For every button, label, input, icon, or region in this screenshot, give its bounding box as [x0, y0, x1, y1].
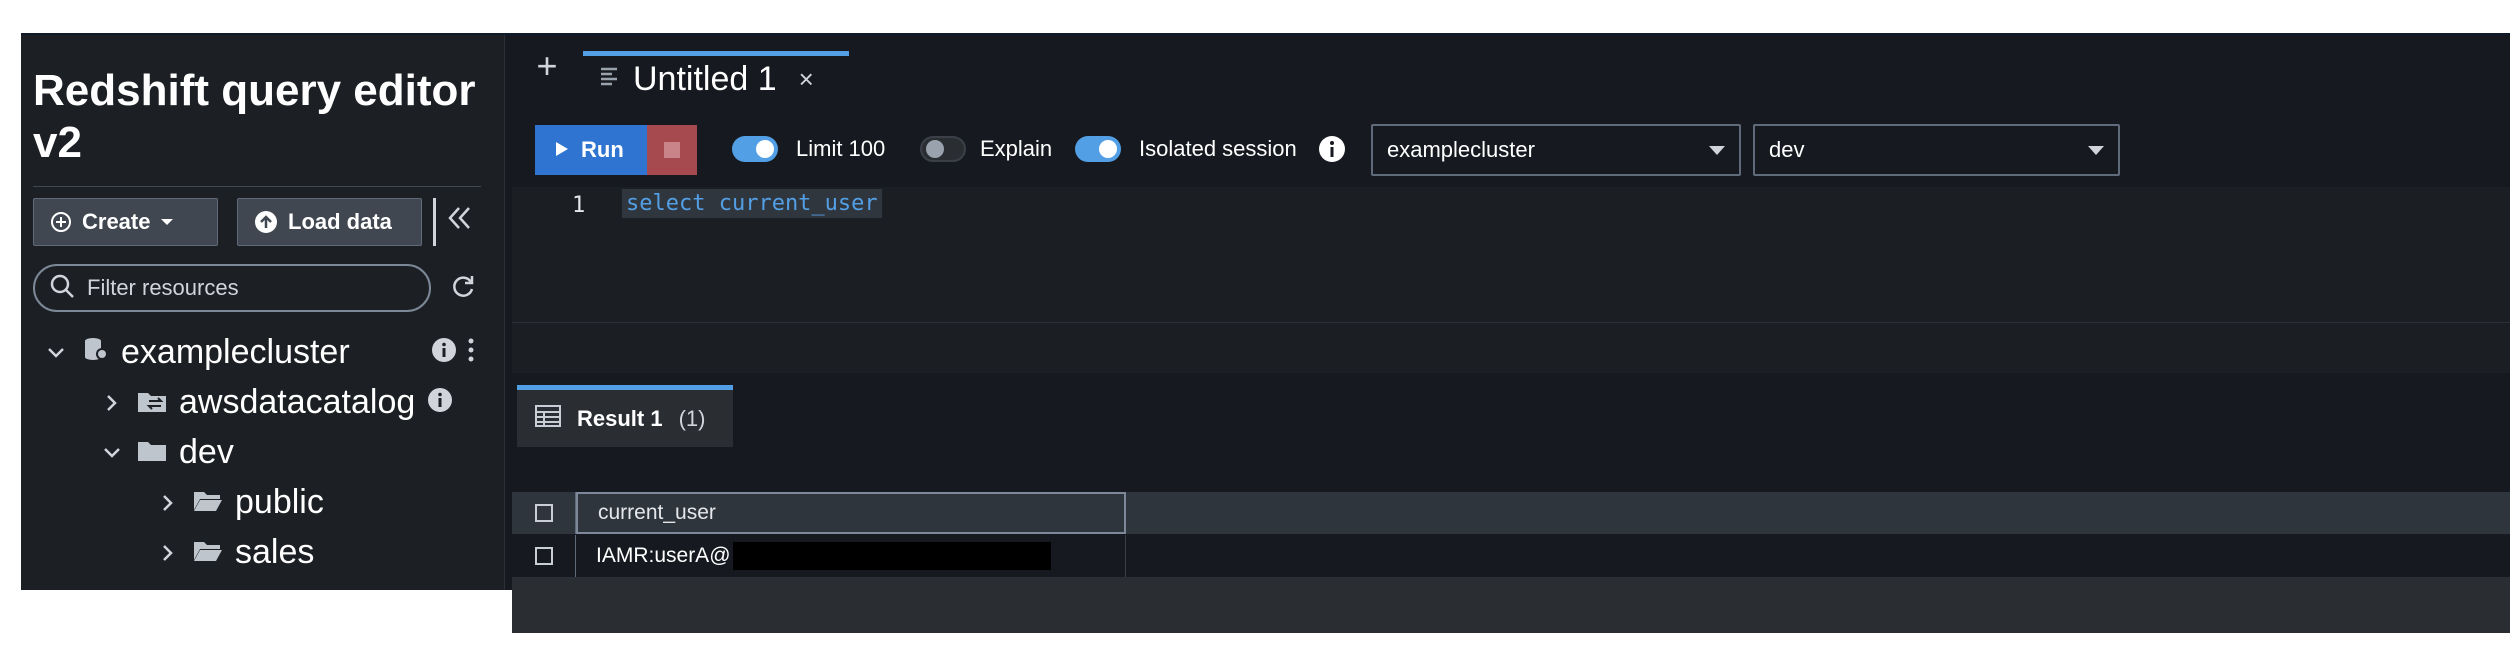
results-panel: Result 1 (1) current_user IAMR:userA@ — [505, 373, 2510, 633]
sidebar-divider — [33, 186, 481, 187]
sidebar: Redshift query editor v2 Create Load dat… — [21, 35, 505, 590]
create-button[interactable]: Create — [33, 198, 218, 246]
cluster-select[interactable]: examplecluster — [1371, 124, 1741, 176]
search-icon — [49, 273, 75, 304]
chevron-down-icon[interactable] — [43, 347, 69, 359]
tab-title: Untitled 1 — [633, 60, 777, 98]
tree-node-cluster[interactable]: examplecluster — [43, 333, 350, 372]
tree-label-dev: dev — [179, 433, 234, 471]
editor-footer — [512, 323, 2510, 373]
refresh-icon — [449, 272, 477, 305]
stop-icon — [664, 142, 680, 158]
select-all-checkbox[interactable] — [512, 492, 576, 534]
tree-node-dev[interactable]: dev — [99, 433, 234, 472]
table-row: IAMR:userA@ — [512, 535, 2510, 578]
result-tab-count: (1) — [678, 405, 706, 431]
chevron-right-icon[interactable] — [155, 494, 181, 512]
collapse-sidebar-button[interactable] — [433, 198, 482, 246]
cluster-select-value: examplecluster — [1387, 137, 1535, 162]
tree-node-public[interactable]: public — [155, 483, 324, 522]
main-panel: + Untitled 1 × Run Limit 100 Explain Iso… — [505, 35, 2510, 633]
close-tab-icon[interactable]: × — [799, 64, 814, 95]
tree-node-awsdatacatalog[interactable]: awsdatacatalog — [99, 383, 453, 422]
tree-label-awsdatacatalog: awsdatacatalog — [179, 383, 416, 421]
load-data-button[interactable]: Load data — [237, 198, 422, 246]
folder-open-icon — [193, 483, 223, 522]
editor-tab-bar: + Untitled 1 × — [505, 35, 2510, 105]
tree-label-sales: sales — [235, 533, 315, 571]
cluster-icon — [81, 333, 109, 372]
stop-button[interactable] — [647, 125, 697, 175]
caret-down-icon — [2088, 145, 2104, 155]
database-select-value: dev — [1769, 137, 1805, 162]
line-number: 1 — [572, 193, 586, 218]
double-chevron-left-icon — [445, 204, 473, 240]
catalog-icon — [137, 383, 167, 422]
editor-doc-icon — [599, 66, 621, 93]
query-editor-app: Redshift query editor v2 Create Load dat… — [21, 33, 2510, 633]
caret-down-icon — [1709, 145, 1725, 155]
info-icon[interactable] — [427, 383, 453, 422]
cell-value: IAMR:userA@ — [596, 544, 731, 567]
tab-result-1[interactable]: Result 1 (1) — [517, 385, 733, 447]
cluster-actions — [431, 337, 475, 368]
limit-toggle[interactable] — [732, 136, 778, 162]
sql-editor[interactable]: 1 select current_user — [512, 187, 2510, 323]
filter-resources-field[interactable] — [33, 264, 431, 312]
query-text[interactable]: select current_user — [622, 189, 882, 218]
redaction-bar — [732, 542, 1051, 570]
table-empty-area — [512, 578, 2510, 633]
chevron-right-icon[interactable] — [155, 544, 181, 562]
isolated-session-label: Isolated session — [1139, 136, 1297, 161]
folder-icon — [137, 433, 167, 472]
info-icon[interactable] — [431, 337, 457, 368]
play-icon — [555, 137, 569, 163]
database-select[interactable]: dev — [1753, 124, 2120, 176]
table-cell[interactable]: IAMR:userA@ — [576, 535, 1126, 577]
refresh-button[interactable] — [446, 271, 480, 305]
result-tab-label: Result 1 — [577, 405, 663, 431]
row-checkbox[interactable] — [512, 535, 576, 577]
chevron-down-icon[interactable] — [99, 447, 125, 459]
tree-label-public: public — [235, 483, 324, 521]
run-button[interactable]: Run — [535, 125, 647, 175]
editor-toolbar: Run Limit 100 Explain Isolated session e… — [505, 123, 2510, 176]
table-icon — [535, 405, 561, 432]
column-header[interactable]: current_user — [576, 492, 1126, 534]
table-header-row: current_user — [512, 492, 2510, 534]
upload-icon — [254, 210, 278, 234]
folder-open-icon — [193, 533, 223, 572]
app-title: Redshift query editor v2 — [33, 66, 476, 167]
load-data-label: Load data — [288, 209, 392, 234]
tree-node-sales[interactable]: sales — [155, 533, 314, 572]
create-label: Create — [82, 209, 151, 234]
new-tab-button[interactable]: + — [527, 45, 567, 87]
isolated-session-toggle[interactable] — [1075, 136, 1121, 162]
filter-resources-input[interactable] — [85, 274, 409, 302]
tree-label-cluster: examplecluster — [121, 333, 350, 371]
explain-toggle[interactable] — [920, 136, 966, 162]
run-label: Run — [581, 137, 624, 162]
info-icon[interactable] — [1318, 135, 1346, 163]
explain-label: Explain — [980, 136, 1053, 161]
more-vertical-icon[interactable] — [467, 337, 475, 368]
plus-circle-icon — [50, 211, 72, 233]
limit-label: Limit 100 — [796, 136, 886, 161]
chevron-right-icon[interactable] — [99, 394, 125, 412]
caret-down-icon — [160, 217, 174, 227]
tab-untitled-1[interactable]: Untitled 1 × — [583, 51, 849, 103]
